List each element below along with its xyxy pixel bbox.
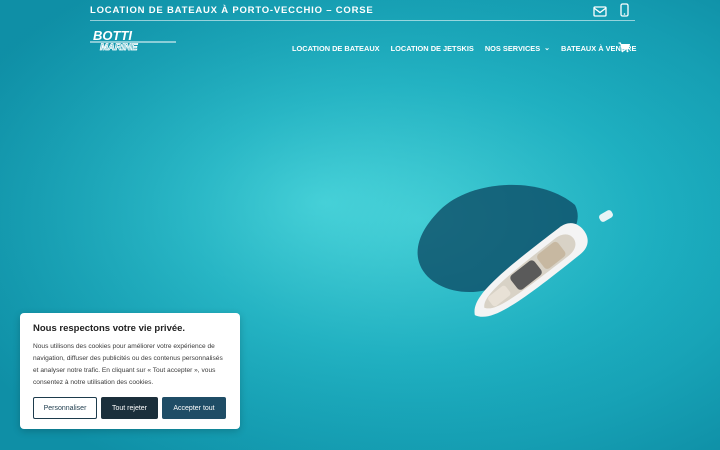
tagline: LOCATION DE BATEAUX À PORTO-VECCHIO – CO… <box>90 5 374 16</box>
cookie-banner: Nous respectons votre vie privée. Nous u… <box>20 313 240 429</box>
nav-nos-services[interactable]: NOS SERVICES ⌄ <box>485 44 550 53</box>
customize-button[interactable]: Personnaliser <box>33 397 97 419</box>
phone-icon[interactable] <box>620 3 629 22</box>
accept-all-button[interactable]: Accepter tout <box>162 397 226 419</box>
botti-marine-logo[interactable]: BOTTI MARINE <box>90 28 180 53</box>
svg-text:MARINE: MARINE <box>100 42 138 52</box>
reject-all-button[interactable]: Tout rejeter <box>101 397 158 419</box>
cart-icon[interactable] <box>618 40 631 58</box>
mail-icon[interactable] <box>593 4 607 22</box>
nav-location-bateaux[interactable]: LOCATION DE BATEAUX <box>292 44 380 53</box>
nav-location-jetskis[interactable]: LOCATION DE JETSKIS <box>391 44 474 53</box>
main-nav: LOCATION DE BATEAUX LOCATION DE JETSKIS … <box>292 41 647 55</box>
svg-text:BOTTI: BOTTI <box>93 28 132 43</box>
chevron-down-icon: ⌄ <box>544 45 551 52</box>
cookie-text: Nous utilisons des cookies pour améliore… <box>33 343 223 386</box>
cookie-title: Nous respectons votre vie privée. <box>33 323 186 334</box>
top-bar: LOCATION DE BATEAUX À PORTO-VECCHIO – CO… <box>90 0 635 21</box>
